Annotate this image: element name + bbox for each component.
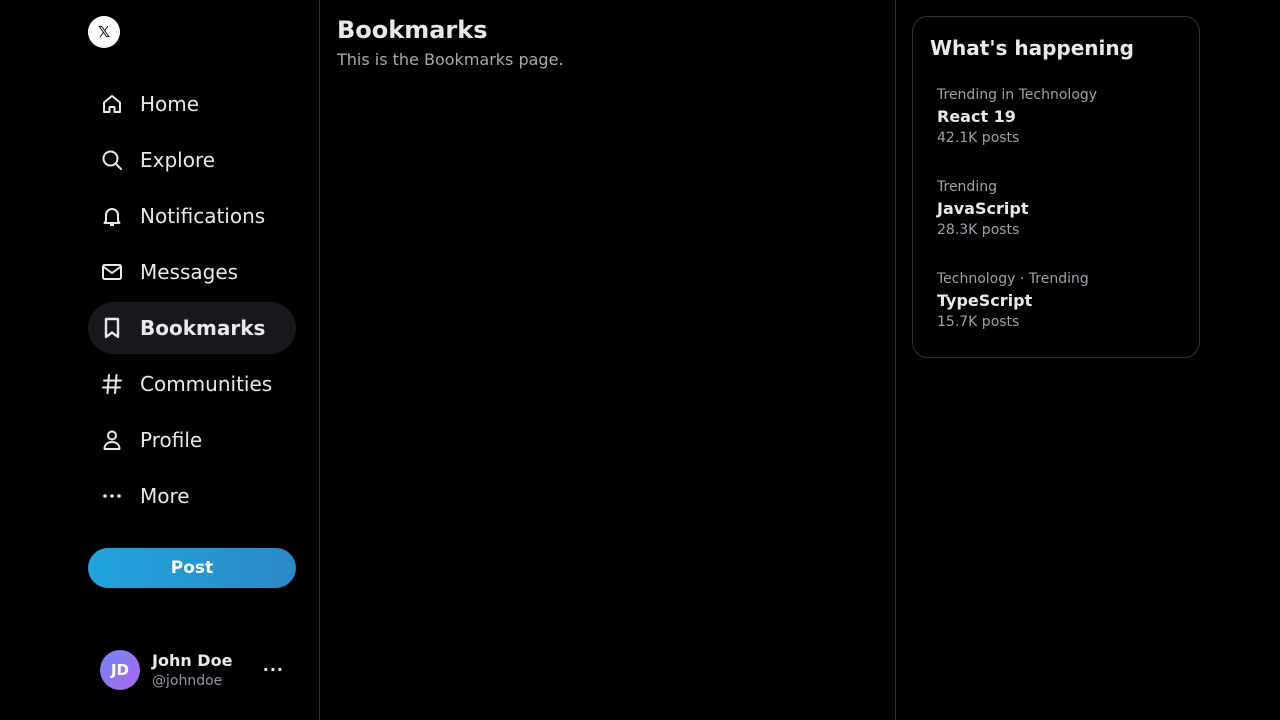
- avatar: JD: [100, 650, 140, 690]
- hash-icon: [100, 372, 124, 396]
- nav-label: Home: [140, 92, 200, 116]
- nav-label: Communities: [140, 372, 273, 396]
- main-column: Bookmarks This is the Bookmarks page.: [320, 0, 896, 720]
- trend-name: React 19: [937, 107, 1016, 126]
- nav-label: More: [140, 484, 190, 508]
- main-nav: Home Explore Notifications Messages Book…: [88, 78, 296, 526]
- nav-item-messages[interactable]: Messages: [88, 246, 296, 298]
- nav-item-notifications[interactable]: Notifications: [88, 190, 296, 242]
- page-title: Bookmarks: [337, 16, 488, 44]
- trend-count: 15.7K posts: [937, 314, 1020, 330]
- trend-item[interactable]: Technology · Trending TypeScript 15.7K p…: [921, 269, 1191, 345]
- nav-label: Notifications: [140, 204, 266, 228]
- trends-title: What's happening: [930, 36, 1134, 60]
- bookmark-icon: [100, 316, 124, 340]
- nav-item-bookmarks[interactable]: Bookmarks: [88, 302, 296, 354]
- trend-context: Trending in Technology: [937, 87, 1098, 103]
- nav-label: Messages: [140, 260, 239, 284]
- trend-item[interactable]: Trending JavaScript 28.3K posts: [921, 177, 1191, 253]
- trend-context: Technology · Trending: [937, 271, 1089, 287]
- nav-item-communities[interactable]: Communities: [88, 358, 296, 410]
- account-handle: @johndoe: [152, 673, 223, 689]
- nav-item-home[interactable]: Home: [88, 78, 296, 130]
- person-icon: [100, 428, 124, 452]
- account-switcher[interactable]: JD John Doe @johndoe ···: [88, 640, 296, 700]
- trend-item[interactable]: Trending in Technology React 19 42.1K po…: [921, 85, 1191, 161]
- account-info: John Doe @johndoe: [152, 651, 232, 689]
- trend-context: Trending: [937, 179, 997, 195]
- mail-icon: [100, 260, 124, 284]
- nav-item-profile[interactable]: Profile: [88, 414, 296, 466]
- trend-name: TypeScript: [937, 291, 1033, 310]
- nav-item-explore[interactable]: Explore: [88, 134, 296, 186]
- trend-count: 28.3K posts: [937, 222, 1020, 238]
- post-button[interactable]: Post: [88, 548, 296, 588]
- nav-label: Explore: [140, 148, 216, 172]
- search-icon: [100, 148, 124, 172]
- more-horizontal-icon[interactable]: ···: [263, 660, 284, 679]
- nav-label: Profile: [140, 428, 203, 452]
- left-sidebar: 𝕏 Home Explore Notifications Messages Bo…: [0, 0, 320, 720]
- nav-item-more[interactable]: More: [88, 470, 296, 522]
- more-icon: [100, 484, 124, 508]
- x-logo-icon[interactable]: 𝕏: [88, 16, 120, 48]
- trends-panel: What's happening Trending in Technology …: [912, 16, 1200, 358]
- nav-label: Bookmarks: [140, 316, 266, 340]
- home-icon: [100, 92, 124, 116]
- app-root: 𝕏 Home Explore Notifications Messages Bo…: [0, 0, 1280, 720]
- account-name: John Doe: [152, 651, 233, 670]
- page-subtitle: This is the Bookmarks page.: [337, 50, 564, 69]
- trend-count: 42.1K posts: [937, 130, 1020, 146]
- trend-name: JavaScript: [937, 199, 1029, 218]
- bell-icon: [100, 204, 124, 228]
